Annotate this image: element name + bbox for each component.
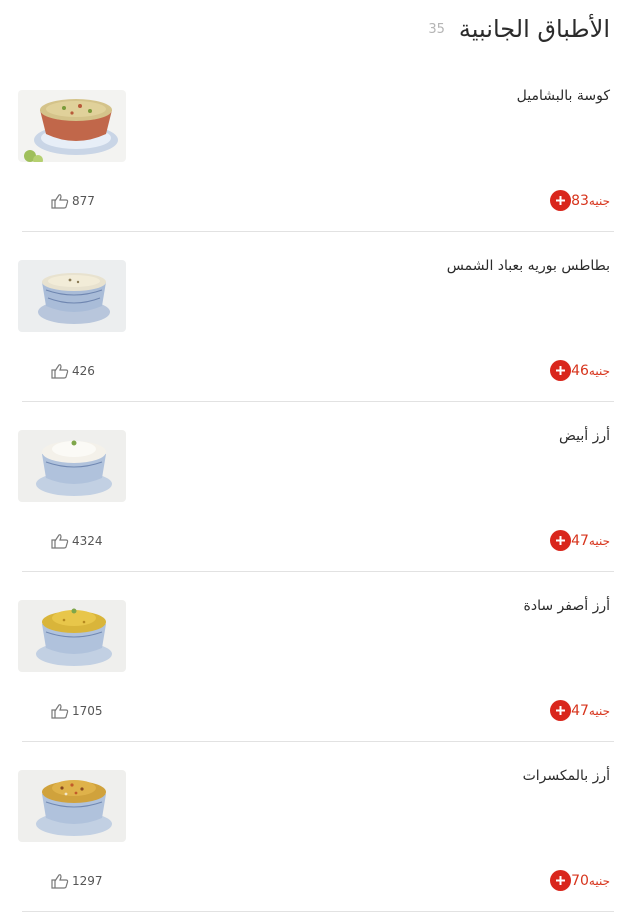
menu-item-list: كوسة بالبشاميل 83 جنيه 877 بطاطس بوريه ب… bbox=[0, 62, 628, 912]
likes-counter[interactable]: 1297 bbox=[50, 873, 103, 889]
plus-icon bbox=[556, 536, 566, 545]
price-currency: جنيه bbox=[588, 533, 610, 548]
price-currency: جنيه bbox=[588, 703, 610, 718]
section-item-count: 35 bbox=[428, 21, 445, 37]
add-to-cart-button[interactable] bbox=[550, 700, 572, 721]
menu-item[interactable]: أرز أبيض 47 جنيه 4324 bbox=[0, 402, 628, 572]
plus-icon bbox=[556, 706, 566, 715]
add-to-cart-button[interactable] bbox=[550, 870, 572, 891]
price-row: 47 جنيه bbox=[547, 530, 610, 551]
yellow-rice-bowl-image[interactable] bbox=[18, 600, 126, 672]
thumbs-up-icon bbox=[51, 534, 69, 549]
zucchini-bechamel-bowl-image[interactable] bbox=[18, 90, 126, 162]
nut-rice-bowl-image[interactable] bbox=[18, 770, 126, 842]
item-divider bbox=[22, 911, 614, 912]
likes-counter[interactable]: 877 bbox=[50, 193, 95, 209]
menu-item[interactable]: كوسة بالبشاميل 83 جنيه 877 bbox=[0, 62, 628, 232]
likes-count: 426 bbox=[72, 364, 95, 378]
thumbs-up-icon bbox=[51, 364, 69, 379]
price-row: 70 جنيه bbox=[547, 870, 610, 891]
menu-item[interactable]: بطاطس بوريه بعباد الشمس 46 جنيه 426 bbox=[0, 232, 628, 402]
menu-item[interactable]: أرز بالمكسرات 70 جنيه 1297 bbox=[0, 742, 628, 912]
item-name[interactable]: أرز أصفر سادة bbox=[524, 598, 610, 614]
thumbs-up-icon bbox=[51, 874, 69, 889]
plus-icon bbox=[556, 196, 566, 205]
mashed-potato-bowl-image[interactable] bbox=[18, 260, 126, 332]
thumbs-up-icon bbox=[51, 704, 69, 719]
add-to-cart-button[interactable] bbox=[550, 360, 572, 381]
section-title: الأطباق الجانبية bbox=[458, 15, 610, 43]
likes-counter[interactable]: 1705 bbox=[50, 703, 103, 719]
item-price: 47 bbox=[571, 532, 589, 549]
likes-counter[interactable]: 426 bbox=[50, 363, 95, 379]
plus-icon bbox=[556, 366, 566, 375]
item-price: 70 bbox=[571, 872, 589, 889]
item-name[interactable]: بطاطس بوريه بعباد الشمس bbox=[447, 258, 610, 274]
white-rice-bowl-image[interactable] bbox=[18, 430, 126, 502]
item-name[interactable]: أرز بالمكسرات bbox=[523, 768, 610, 784]
thumbs-up-icon bbox=[51, 194, 69, 209]
price-row: 47 جنيه bbox=[547, 700, 610, 721]
item-price: 46 bbox=[571, 362, 589, 379]
plus-icon bbox=[556, 876, 566, 885]
add-to-cart-button[interactable] bbox=[550, 190, 572, 211]
item-name[interactable]: أرز أبيض bbox=[559, 428, 610, 444]
likes-count: 4324 bbox=[72, 534, 103, 548]
likes-count: 1705 bbox=[72, 704, 103, 718]
price-currency: جنيه bbox=[588, 363, 610, 378]
price-currency: جنيه bbox=[588, 193, 610, 208]
price-row: 46 جنيه bbox=[547, 360, 610, 381]
likes-count: 877 bbox=[72, 194, 95, 208]
likes-count: 1297 bbox=[72, 874, 103, 888]
likes-counter[interactable]: 4324 bbox=[50, 533, 103, 549]
item-price: 47 bbox=[571, 702, 589, 719]
item-price: 83 bbox=[571, 192, 589, 209]
price-currency: جنيه bbox=[588, 873, 610, 888]
add-to-cart-button[interactable] bbox=[550, 530, 572, 551]
price-row: 83 جنيه bbox=[547, 190, 610, 211]
section-header: الأطباق الجانبية 35 bbox=[18, 12, 610, 46]
menu-item[interactable]: أرز أصفر سادة 47 جنيه 1705 bbox=[0, 572, 628, 742]
item-name[interactable]: كوسة بالبشاميل bbox=[517, 88, 610, 104]
